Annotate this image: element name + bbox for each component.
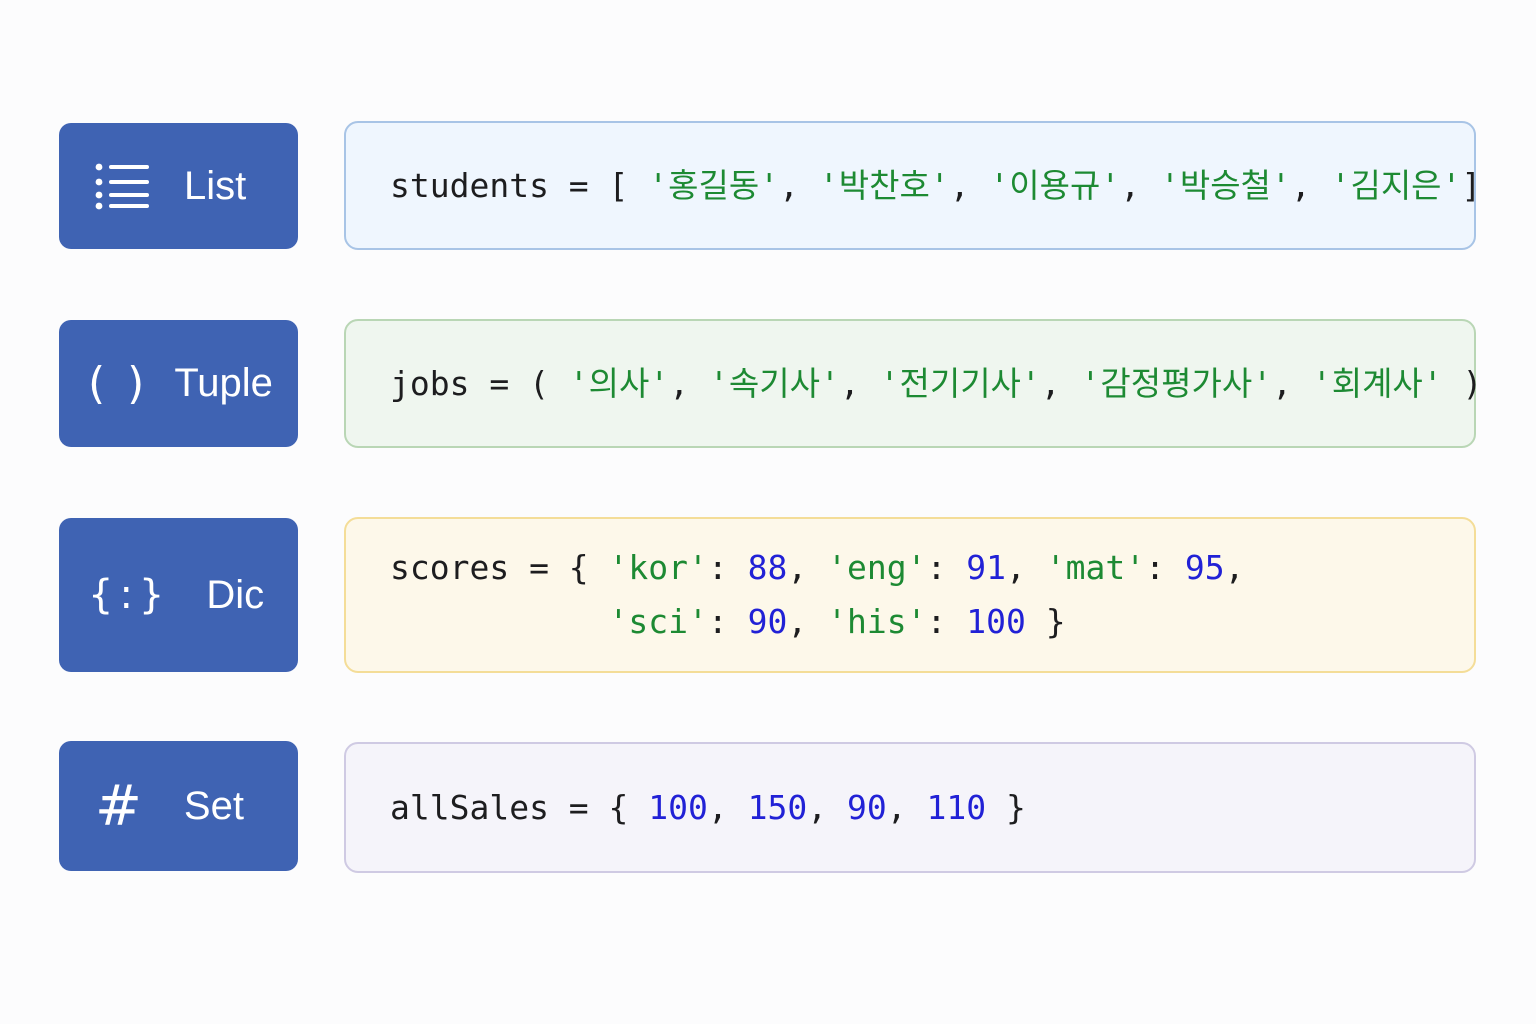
- code-text: }: [986, 787, 1026, 827]
- braces-colon-icon: {:}: [88, 572, 171, 618]
- string-literal: '박승철': [1160, 165, 1291, 205]
- number-literal: 90: [847, 787, 887, 827]
- dic-code-box: scores = { 'kor': 88, 'eng': 91, 'mat': …: [344, 517, 1476, 673]
- code-line: 'sci': 90, 'his': 100 }: [390, 595, 1474, 649]
- code-line: allSales = { 100, 150, 90, 110 }: [390, 781, 1474, 835]
- list-icon: [94, 162, 150, 210]
- number-literal: 100: [966, 602, 1026, 641]
- code-text: ,: [886, 787, 927, 827]
- code-text: scores = {: [390, 548, 609, 587]
- string-literal: '이용규': [989, 165, 1121, 205]
- code-text: :: [707, 602, 748, 641]
- number-literal: 150: [747, 787, 808, 827]
- parentheses-icon: ( ): [88, 358, 149, 409]
- string-literal: '전기기사': [879, 363, 1041, 403]
- number-literal: 95: [1184, 548, 1225, 587]
- list-code-box: students = [ '홍길동', '박찬호', '이용규', '박승철',…: [344, 121, 1481, 250]
- number-literal: 90: [747, 602, 788, 641]
- code-text: ,: [839, 363, 880, 403]
- string-literal: '김지은': [1330, 165, 1462, 205]
- code-text: ,: [1272, 363, 1312, 403]
- code-line: jobs = ( '의사', '속기사', '전기기사', '감정평가사', '…: [390, 357, 1482, 411]
- code-text: allSales = {: [390, 787, 649, 827]
- list-label: List: [184, 163, 247, 208]
- string-literal: 'sci': [608, 602, 708, 641]
- code-text: ,: [787, 602, 828, 641]
- code-text: jobs = (: [390, 363, 569, 403]
- code-text: ,: [787, 548, 828, 587]
- code-line: students = [ '홍길동', '박찬호', '이용규', '박승철',…: [390, 159, 1481, 213]
- hash-icon: #: [95, 773, 142, 839]
- code-text: ,: [707, 787, 748, 827]
- code-text: ,: [949, 165, 990, 205]
- code-text: ,: [1005, 548, 1046, 587]
- string-literal: 'his': [827, 602, 927, 641]
- code-text: ,: [807, 787, 847, 827]
- dic-label: Dic: [206, 572, 265, 617]
- number-literal: 110: [926, 787, 987, 827]
- number-literal: 100: [648, 787, 708, 827]
- code-text: :: [926, 602, 967, 641]
- code-text: :: [926, 548, 967, 587]
- set-code-box: allSales = { 100, 150, 90, 110 }: [344, 742, 1476, 873]
- string-literal: 'kor': [608, 548, 708, 587]
- string-literal: '박찬호': [818, 165, 950, 205]
- code-text: ): [1442, 363, 1483, 403]
- string-literal: 'eng': [827, 548, 927, 587]
- code-text: ]: [1461, 165, 1482, 205]
- code-text: ,: [1224, 548, 1245, 587]
- tuple-label: Tuple: [174, 361, 273, 405]
- string-literal: 'mat': [1045, 548, 1146, 587]
- dic-badge: {:} Dic: [59, 518, 298, 672]
- code-text: ,: [669, 363, 710, 403]
- code-text: ,: [1040, 363, 1081, 403]
- set-label: Set: [183, 783, 244, 828]
- code-text: ,: [1290, 165, 1331, 205]
- code-text: }: [1025, 602, 1066, 641]
- code-text: :: [707, 548, 748, 587]
- string-literal: '회계사': [1311, 363, 1443, 403]
- code-text: :: [1145, 548, 1185, 587]
- code-text: ,: [1120, 165, 1161, 205]
- list-badge: List: [59, 123, 298, 249]
- string-literal: '의사': [568, 363, 670, 403]
- string-literal: '감정평가사': [1080, 363, 1273, 403]
- set-badge: # Set: [59, 741, 298, 871]
- tuple-code-box: jobs = ( '의사', '속기사', '전기기사', '감정평가사', '…: [344, 319, 1482, 448]
- code-line: scores = { 'kor': 88, 'eng': 91, 'mat': …: [390, 541, 1474, 595]
- string-literal: '홍길동': [648, 165, 780, 205]
- code-text: students = [: [390, 165, 649, 205]
- number-literal: 91: [966, 548, 1006, 587]
- string-literal: '속기사': [709, 363, 840, 403]
- code-text: ,: [779, 165, 819, 205]
- number-literal: 88: [747, 548, 788, 587]
- tuple-badge: ( ) Tuple: [59, 320, 298, 447]
